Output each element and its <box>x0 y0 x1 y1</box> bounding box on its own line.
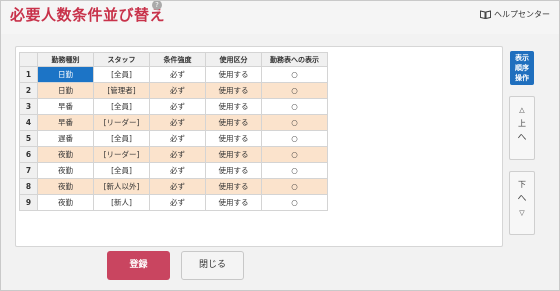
condition-list-panel: 勤務種別 スタッフ 条件強度 使用区分 勤務表への表示 1 日勤 [全員] 必ず… <box>15 46 503 247</box>
display-cell[interactable]: ○ <box>261 194 328 211</box>
display-cell[interactable]: ○ <box>261 162 328 179</box>
condition-cell[interactable]: 必ず <box>149 178 206 195</box>
row-number: 7 <box>19 162 38 179</box>
row-number: 2 <box>19 82 38 99</box>
close-button[interactable]: 閉じる <box>181 251 244 280</box>
display-order-button[interactable]: 表示 順序 操作 <box>510 51 534 85</box>
move-down-label: 下 <box>518 180 526 189</box>
column-header-staff: スタッフ <box>93 52 150 67</box>
shift-cell[interactable]: 遅番 <box>37 130 94 147</box>
usage-cell[interactable]: 使用する <box>205 178 262 195</box>
row-number: 3 <box>19 98 38 115</box>
table-row[interactable]: 3 早番 [全員] 必ず 使用する ○ <box>19 98 328 115</box>
shift-cell[interactable]: 夜勤 <box>37 178 94 195</box>
display-cell[interactable]: ○ <box>261 66 328 83</box>
usage-cell[interactable]: 使用する <box>205 114 262 131</box>
staff-cell[interactable]: [全員] <box>93 66 150 83</box>
column-header-usage: 使用区分 <box>205 52 262 67</box>
display-cell[interactable]: ○ <box>261 146 328 163</box>
display-cell[interactable]: ○ <box>261 98 328 115</box>
triangle-down-icon: ▽ <box>519 209 525 217</box>
order-button-line: 表示 <box>515 54 529 62</box>
row-number: 1 <box>19 66 38 83</box>
table-header-row: 勤務種別 スタッフ 条件強度 使用区分 勤務表への表示 <box>19 52 328 67</box>
table-row[interactable]: 5 遅番 [全員] 必ず 使用する ○ <box>19 130 328 147</box>
staff-cell[interactable]: [管理者] <box>93 82 150 99</box>
column-header-condition: 条件強度 <box>149 52 206 67</box>
condition-cell[interactable]: 必ず <box>149 114 206 131</box>
staff-cell[interactable]: [全員] <box>93 162 150 179</box>
table-row[interactable]: 7 夜勤 [全員] 必ず 使用する ○ <box>19 162 328 179</box>
column-header-shift: 勤務種別 <box>37 52 94 67</box>
help-question-icon[interactable]: ? <box>152 0 162 10</box>
triangle-up-icon: △ <box>519 106 525 114</box>
display-cell[interactable]: ○ <box>261 178 328 195</box>
usage-cell[interactable]: 使用する <box>205 130 262 147</box>
condition-cell[interactable]: 必ず <box>149 194 206 211</box>
row-number: 8 <box>19 178 38 195</box>
condition-cell[interactable]: 必ず <box>149 146 206 163</box>
shift-cell[interactable]: 夜勤 <box>37 162 94 179</box>
column-header-display: 勤務表への表示 <box>261 52 328 67</box>
usage-cell[interactable]: 使用する <box>205 194 262 211</box>
display-cell[interactable]: ○ <box>261 130 328 147</box>
table-row[interactable]: 4 早番 [リーダー] 必ず 使用する ○ <box>19 114 328 131</box>
staff-cell[interactable]: [全員] <box>93 98 150 115</box>
order-button-line: 操作 <box>515 74 529 82</box>
table-row[interactable]: 6 夜勤 [リーダー] 必ず 使用する ○ <box>19 146 328 163</box>
shift-cell[interactable]: 日勤 <box>37 66 94 83</box>
order-button-line: 順序 <box>515 64 529 72</box>
usage-cell[interactable]: 使用する <box>205 146 262 163</box>
staff-cell[interactable]: [新人以外] <box>93 178 150 195</box>
shift-cell[interactable]: 早番 <box>37 98 94 115</box>
table-row[interactable]: 8 夜勤 [新人以外] 必ず 使用する ○ <box>19 178 328 195</box>
condition-table: 勤務種別 スタッフ 条件強度 使用区分 勤務表への表示 1 日勤 [全員] 必ず… <box>19 52 328 211</box>
condition-cell[interactable]: 必ず <box>149 66 206 83</box>
move-up-suffix: へ <box>517 133 527 143</box>
condition-cell[interactable]: 必ず <box>149 98 206 115</box>
move-down-button[interactable]: 下 へ ▽ <box>509 171 535 235</box>
display-cell[interactable]: ○ <box>261 114 328 131</box>
condition-cell[interactable]: 必ず <box>149 82 206 99</box>
column-header-num <box>19 52 38 67</box>
staff-cell[interactable]: [リーダー] <box>93 146 150 163</box>
usage-cell[interactable]: 使用する <box>205 82 262 99</box>
help-center-link[interactable]: ヘルプセンター <box>480 9 550 20</box>
table-row[interactable]: 1 日勤 [全員] 必ず 使用する ○ <box>19 66 328 83</box>
shift-cell[interactable]: 夜勤 <box>37 194 94 211</box>
row-number: 9 <box>19 194 38 211</box>
usage-cell[interactable]: 使用する <box>205 162 262 179</box>
display-cell[interactable]: ○ <box>261 82 328 99</box>
staff-cell[interactable]: [新人] <box>93 194 150 211</box>
condition-cell[interactable]: 必ず <box>149 162 206 179</box>
register-button[interactable]: 登録 <box>107 251 170 280</box>
book-icon <box>480 10 491 19</box>
shift-cell[interactable]: 夜勤 <box>37 146 94 163</box>
table-row[interactable]: 2 日勤 [管理者] 必ず 使用する ○ <box>19 82 328 99</box>
row-number: 4 <box>19 114 38 131</box>
row-number: 5 <box>19 130 38 147</box>
shift-cell[interactable]: 早番 <box>37 114 94 131</box>
staff-cell[interactable]: [リーダー] <box>93 114 150 131</box>
usage-cell[interactable]: 使用する <box>205 66 262 83</box>
staff-cell[interactable]: [全員] <box>93 130 150 147</box>
page-title: 必要人数条件並び替え <box>10 6 166 24</box>
condition-cell[interactable]: 必ず <box>149 130 206 147</box>
row-number: 6 <box>19 146 38 163</box>
help-center-label[interactable]: ヘルプセンター <box>494 9 550 20</box>
move-up-label: 上 <box>518 119 526 128</box>
move-up-button[interactable]: △ 上 へ <box>509 96 535 160</box>
move-down-suffix: へ <box>517 194 527 204</box>
header-bar: 必要人数条件並び替え ? ヘルプセンター <box>0 0 560 34</box>
table-row[interactable]: 9 夜勤 [新人] 必ず 使用する ○ <box>19 194 328 211</box>
usage-cell[interactable]: 使用する <box>205 98 262 115</box>
shift-cell[interactable]: 日勤 <box>37 82 94 99</box>
